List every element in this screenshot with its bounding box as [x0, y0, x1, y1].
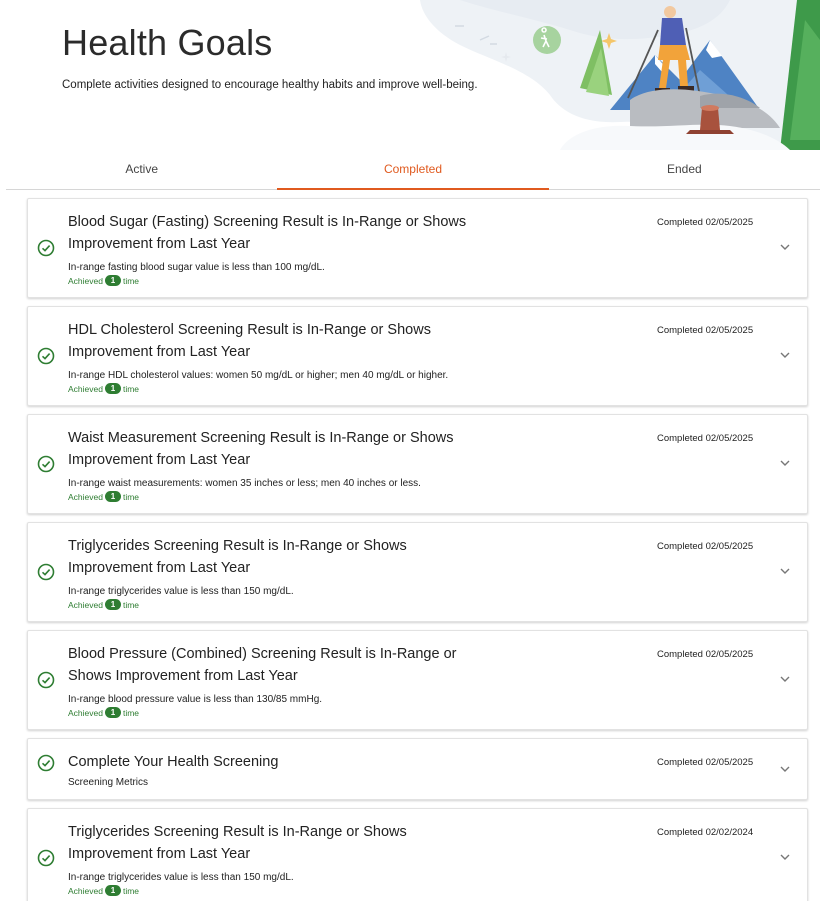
achieved-suffix: time	[122, 599, 140, 610]
check-circle-icon	[37, 671, 55, 689]
goal-description: In-range blood pressure value is less th…	[68, 694, 323, 705]
check-circle-icon	[37, 455, 55, 473]
achieved-count-badge: 1	[104, 275, 121, 286]
chevron-down-icon[interactable]	[778, 566, 792, 576]
achieved-count-badge: 1	[104, 491, 121, 502]
achieved-label: Achieved	[68, 275, 103, 286]
goal-title: HDL Cholesterol Screening Result is In-R…	[68, 322, 431, 360]
achieved-suffix: time	[122, 707, 140, 718]
chevron-down-icon[interactable]	[778, 674, 792, 684]
achieved-count-badge: 1	[104, 599, 121, 610]
achieved-status: Achieved 1 time	[68, 275, 139, 286]
completed-date: Completed 02/05/2025	[657, 217, 754, 228]
goal-card[interactable]: Waist Measurement Screening Result is In…	[27, 414, 808, 514]
achieved-suffix: time	[122, 491, 140, 502]
goal-title: Waist Measurement Screening Result is In…	[68, 430, 454, 468]
goal-title: Blood Pressure (Combined) Screening Resu…	[68, 646, 457, 684]
goal-title: Triglycerides Screening Result is In-Ran…	[68, 538, 407, 576]
achieved-label: Achieved	[68, 599, 103, 610]
goal-card[interactable]: HDL Cholesterol Screening Result is In-R…	[27, 306, 808, 406]
tab-bar: Active Completed Ended	[6, 150, 820, 190]
achieved-label: Achieved	[68, 885, 103, 896]
goal-card[interactable]: Complete Your Health Screening Screening…	[27, 738, 808, 800]
goal-description: In-range fasting blood sugar value is le…	[68, 262, 325, 273]
check-circle-icon	[37, 347, 55, 365]
chevron-down-icon[interactable]	[778, 764, 792, 774]
tab-completed[interactable]: Completed	[277, 150, 549, 190]
chevron-down-icon[interactable]	[778, 852, 792, 862]
achieved-status: Achieved 1 time	[68, 885, 139, 896]
achieved-status: Achieved 1 time	[68, 383, 139, 394]
goal-title: Complete Your Health Screening	[68, 754, 279, 770]
goal-description: Screening Metrics	[68, 777, 149, 788]
achieved-label: Achieved	[68, 491, 103, 502]
goal-list: Blood Sugar (Fasting) Screening Result i…	[27, 198, 808, 901]
check-circle-icon	[37, 239, 55, 257]
check-circle-icon	[37, 849, 55, 867]
completed-date: Completed 02/05/2025	[657, 325, 754, 336]
goal-card[interactable]: Triglycerides Screening Result is In-Ran…	[27, 808, 808, 901]
achieved-status: Achieved 1 time	[68, 491, 139, 502]
achieved-label: Achieved	[68, 707, 103, 718]
goal-description: In-range waist measurements: women 35 in…	[68, 478, 421, 489]
chevron-down-icon[interactable]	[778, 242, 792, 252]
goal-title: Blood Sugar (Fasting) Screening Result i…	[68, 214, 467, 252]
achieved-suffix: time	[122, 885, 140, 896]
completed-date: Completed 02/02/2024	[657, 827, 754, 838]
completed-date: Completed 02/05/2025	[657, 649, 754, 660]
achieved-count-badge: 1	[104, 885, 121, 896]
achieved-suffix: time	[122, 275, 140, 286]
achieved-status: Achieved 1 time	[68, 599, 139, 610]
check-circle-icon	[37, 563, 55, 581]
goal-card[interactable]: Blood Sugar (Fasting) Screening Result i…	[27, 198, 808, 298]
achieved-count-badge: 1	[104, 707, 121, 718]
achieved-status: Achieved 1 time	[68, 707, 139, 718]
chevron-down-icon[interactable]	[778, 350, 792, 360]
goal-description: In-range triglycerides value is less tha…	[68, 872, 294, 883]
completed-date: Completed 02/05/2025	[657, 757, 754, 768]
achieved-label: Achieved	[68, 383, 103, 394]
page-header: Health Goals Complete activities designe…	[0, 0, 820, 150]
goal-card[interactable]: Triglycerides Screening Result is In-Ran…	[27, 522, 808, 622]
hiking-illustration	[420, 0, 820, 150]
goal-title: Triglycerides Screening Result is In-Ran…	[68, 824, 407, 862]
goal-card[interactable]: Blood Pressure (Combined) Screening Resu…	[27, 630, 808, 730]
achieved-count-badge: 1	[104, 383, 121, 394]
tab-ended[interactable]: Ended	[549, 150, 820, 189]
goal-description: In-range HDL cholesterol values: women 5…	[68, 370, 449, 381]
completed-date: Completed 02/05/2025	[657, 541, 754, 552]
tab-active[interactable]: Active	[6, 150, 277, 189]
chevron-down-icon[interactable]	[778, 458, 792, 468]
completed-date: Completed 02/05/2025	[657, 433, 754, 444]
achieved-suffix: time	[122, 383, 140, 394]
goal-description: In-range triglycerides value is less tha…	[68, 586, 294, 597]
check-circle-icon	[37, 754, 55, 772]
page-title: Health Goals	[62, 22, 273, 63]
